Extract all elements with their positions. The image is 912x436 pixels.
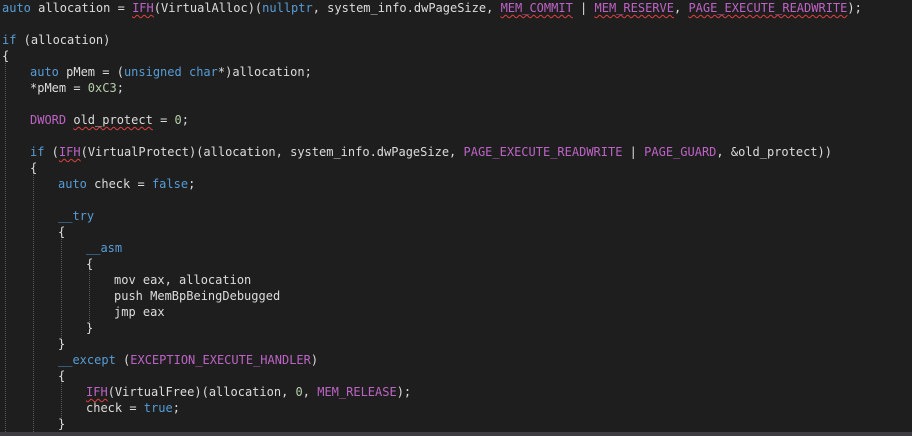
code-editor[interactable]: auto allocation = IFH(VirtualAlloc)(null…	[0, 0, 912, 436]
code-line: if (IFH(VirtualProtect)(allocation, syst…	[30, 145, 832, 159]
code-line: auto pMem = (unsigned char*)allocation;	[30, 65, 312, 79]
code-line: DWORD old_protect = 0;	[30, 113, 189, 127]
code-line: check = true;	[86, 401, 180, 415]
code-line: IFH(VirtualFree)(allocation, 0, MEM_RELE…	[86, 385, 412, 399]
code-line: {	[30, 161, 38, 175]
code-line: {	[58, 225, 66, 239]
code-line: {	[2, 49, 10, 63]
code-line: jmp eax	[114, 305, 165, 319]
code-line: auto check = false;	[58, 177, 196, 191]
code-line: push MemBpBeingDebugged	[114, 289, 281, 303]
code-line: auto allocation = IFH(VirtualAlloc)(null…	[2, 1, 862, 15]
code-line: }	[86, 321, 94, 335]
code-line: *pMem = 0xC3;	[30, 81, 124, 95]
code-line: {	[58, 369, 66, 383]
code-line: }	[58, 417, 66, 431]
code-line: __except (EXCEPTION_EXECUTE_HANDLER)	[58, 353, 319, 367]
code-line: {	[86, 257, 94, 271]
horizontal-scrollbar[interactable]	[0, 432, 912, 436]
code-line: __try	[58, 209, 95, 223]
code-line: if (allocation)	[2, 33, 111, 47]
code-lines: auto allocation = IFH(VirtualAlloc)(null…	[0, 0, 912, 432]
code-line: }	[58, 337, 66, 351]
code-line: mov eax, allocation	[114, 273, 252, 287]
code-line: __asm	[86, 241, 123, 255]
